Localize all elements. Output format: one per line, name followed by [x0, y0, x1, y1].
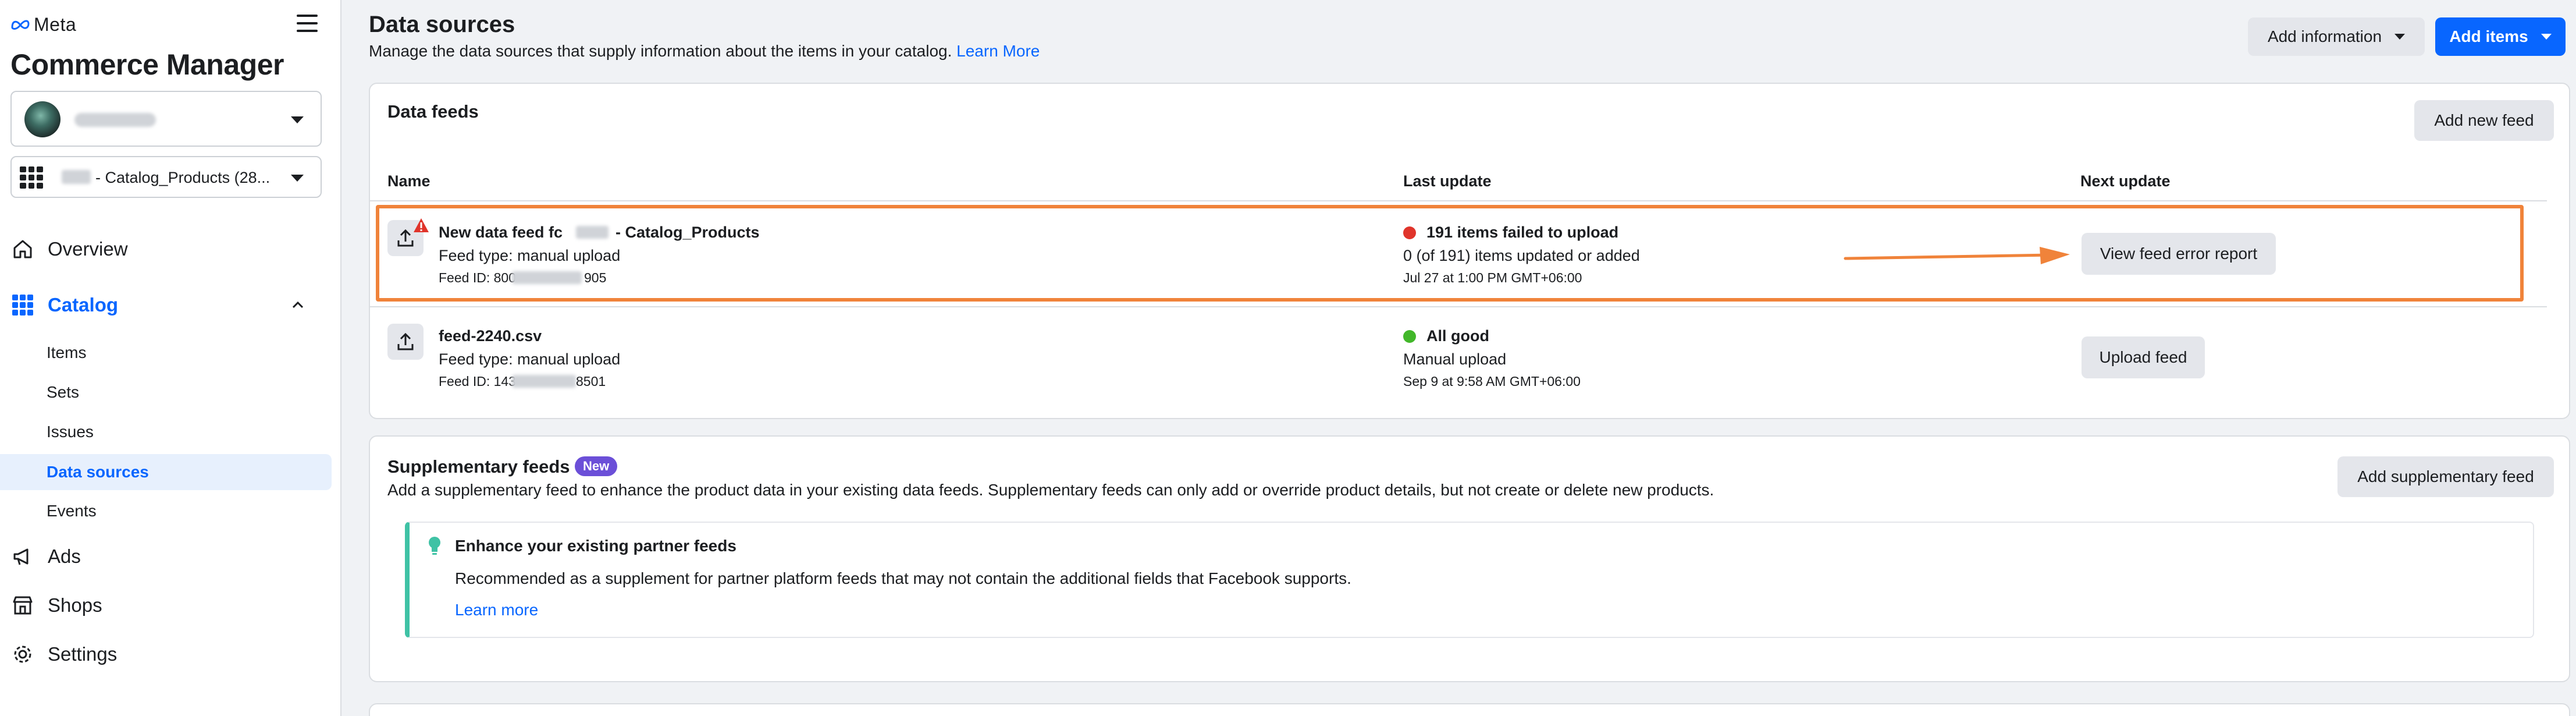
- feed-type: Feed type: manual upload: [439, 247, 621, 264]
- nav-settings[interactable]: Settings: [10, 637, 117, 672]
- caret-down-icon: [291, 175, 304, 182]
- sub-nav-items[interactable]: Items: [47, 341, 86, 364]
- redacted-feed-name: [576, 226, 609, 239]
- page-title: Data sources: [369, 12, 515, 37]
- annotation-arrow-icon: [1844, 247, 2070, 264]
- redacted-catalog-prefix: [62, 170, 91, 184]
- avatar: [24, 101, 61, 137]
- nav-overview-label: Overview: [48, 238, 128, 260]
- feed-id-suffix: 905: [584, 270, 607, 285]
- supplementary-feeds-description: Add a supplementary feed to enhance the …: [387, 481, 1714, 499]
- caret-down-icon: [291, 116, 304, 123]
- nav-ads[interactable]: Ads: [10, 539, 81, 574]
- upload-feed-button[interactable]: Upload feed: [2082, 336, 2205, 378]
- add-new-feed-button[interactable]: Add new feed: [2414, 100, 2554, 141]
- catalog-selector[interactable]: - Catalog_Products (28...: [10, 156, 322, 198]
- upload-icon: [387, 324, 424, 360]
- nav-overview[interactable]: Overview: [10, 232, 128, 267]
- status-text: 191 items failed to upload: [1426, 224, 1619, 241]
- tip-callout: Enhance your existing partner feeds Reco…: [405, 522, 2534, 638]
- shop-icon: [10, 593, 35, 618]
- catalog-selector-label: - Catalog_Products (28...: [95, 169, 271, 186]
- status-ok-dot: [1403, 330, 1416, 343]
- nav-shops-label: Shops: [48, 594, 102, 616]
- redacted-feed-id: [512, 271, 582, 284]
- feed-id-suffix: 8501: [576, 374, 606, 389]
- new-badge: New: [575, 456, 618, 476]
- supplementary-feeds-title: Supplementary feeds: [387, 456, 570, 477]
- megaphone-icon: [10, 544, 35, 569]
- status-detail: 0 (of 191) items updated or added: [1403, 247, 1640, 264]
- nav-settings-label: Settings: [48, 643, 118, 665]
- nav-shops[interactable]: Shops: [10, 588, 102, 623]
- add-items-button[interactable]: Add items: [2435, 17, 2566, 56]
- next-card: [369, 703, 2570, 716]
- nav-ads-label: Ads: [48, 545, 81, 567]
- app-title: Commerce Manager: [10, 48, 284, 81]
- row-divider: [369, 306, 2547, 307]
- nav-catalog[interactable]: Catalog: [10, 288, 118, 322]
- gear-icon: [10, 642, 35, 667]
- feed-id-prefix: Feed ID: 143: [439, 374, 516, 389]
- caret-down-icon: [2541, 34, 2552, 40]
- tip-title: Enhance your existing partner feeds: [455, 537, 736, 555]
- account-selector[interactable]: [10, 91, 322, 147]
- page-subtitle: Manage the data sources that supply info…: [369, 42, 1040, 61]
- lightbulb-icon: [429, 537, 440, 555]
- catalog-grid-icon: [20, 166, 43, 189]
- add-supplementary-feed-button[interactable]: Add supplementary feed: [2337, 456, 2554, 497]
- redacted-feed-id: [512, 375, 576, 388]
- meta-wordmark: Meta: [34, 13, 77, 35]
- data-feeds-title: Data feeds: [387, 101, 479, 122]
- nav-catalog-label: Catalog: [48, 294, 119, 316]
- add-information-label: Add information: [2267, 27, 2382, 45]
- feed-type: Feed type: manual upload: [439, 350, 621, 368]
- view-feed-error-report-button[interactable]: View feed error report: [2082, 233, 2276, 275]
- column-header-last-update: Last update: [1403, 172, 1492, 190]
- column-header-next-update: Next update: [2080, 172, 2171, 190]
- learn-more-link[interactable]: Learn More: [956, 42, 1040, 60]
- status-time: Sep 9 at 9:58 AM GMT+06:00: [1403, 374, 1581, 389]
- feed-name: feed-2240.csv: [439, 327, 542, 345]
- sub-nav-issues[interactable]: Issues: [47, 420, 94, 444]
- status-text: All good: [1426, 327, 1489, 345]
- sidebar: Meta Commerce Manager - Catalog_Products…: [0, 0, 341, 716]
- status-detail: Manual upload: [1403, 350, 1507, 368]
- catalog-grid-icon: [10, 293, 35, 317]
- page-subtitle-text: Manage the data sources that supply info…: [369, 42, 952, 60]
- chevron-up-icon[interactable]: [291, 298, 305, 312]
- column-header-name: Name: [387, 172, 430, 190]
- warning-icon: [414, 218, 429, 232]
- sub-nav-events[interactable]: Events: [47, 499, 97, 523]
- home-icon: [10, 237, 35, 261]
- tip-learn-more-link[interactable]: Learn more: [455, 601, 538, 619]
- redacted-account-name: [74, 113, 156, 127]
- status-error-dot: [1403, 226, 1416, 239]
- meta-logo-row: Meta: [10, 13, 76, 36]
- tip-text: Recommended as a supplement for partner …: [455, 569, 1351, 587]
- row-divider: [369, 200, 2547, 201]
- add-information-button[interactable]: Add information: [2248, 17, 2425, 56]
- meta-logo-icon: [11, 20, 30, 30]
- sub-nav-data-sources[interactable]: Data sources: [47, 460, 149, 484]
- menu-icon[interactable]: [296, 13, 319, 34]
- add-items-label: Add items: [2449, 27, 2528, 45]
- sub-nav-sets[interactable]: Sets: [47, 381, 79, 404]
- status-time: Jul 27 at 1:00 PM GMT+06:00: [1403, 270, 1582, 285]
- feed-name-prefix: New data feed fc: [439, 224, 563, 241]
- feed-name-suffix: - Catalog_Products: [615, 224, 760, 241]
- feed-id-prefix: Feed ID: 800: [439, 270, 516, 285]
- caret-down-icon: [2394, 34, 2406, 40]
